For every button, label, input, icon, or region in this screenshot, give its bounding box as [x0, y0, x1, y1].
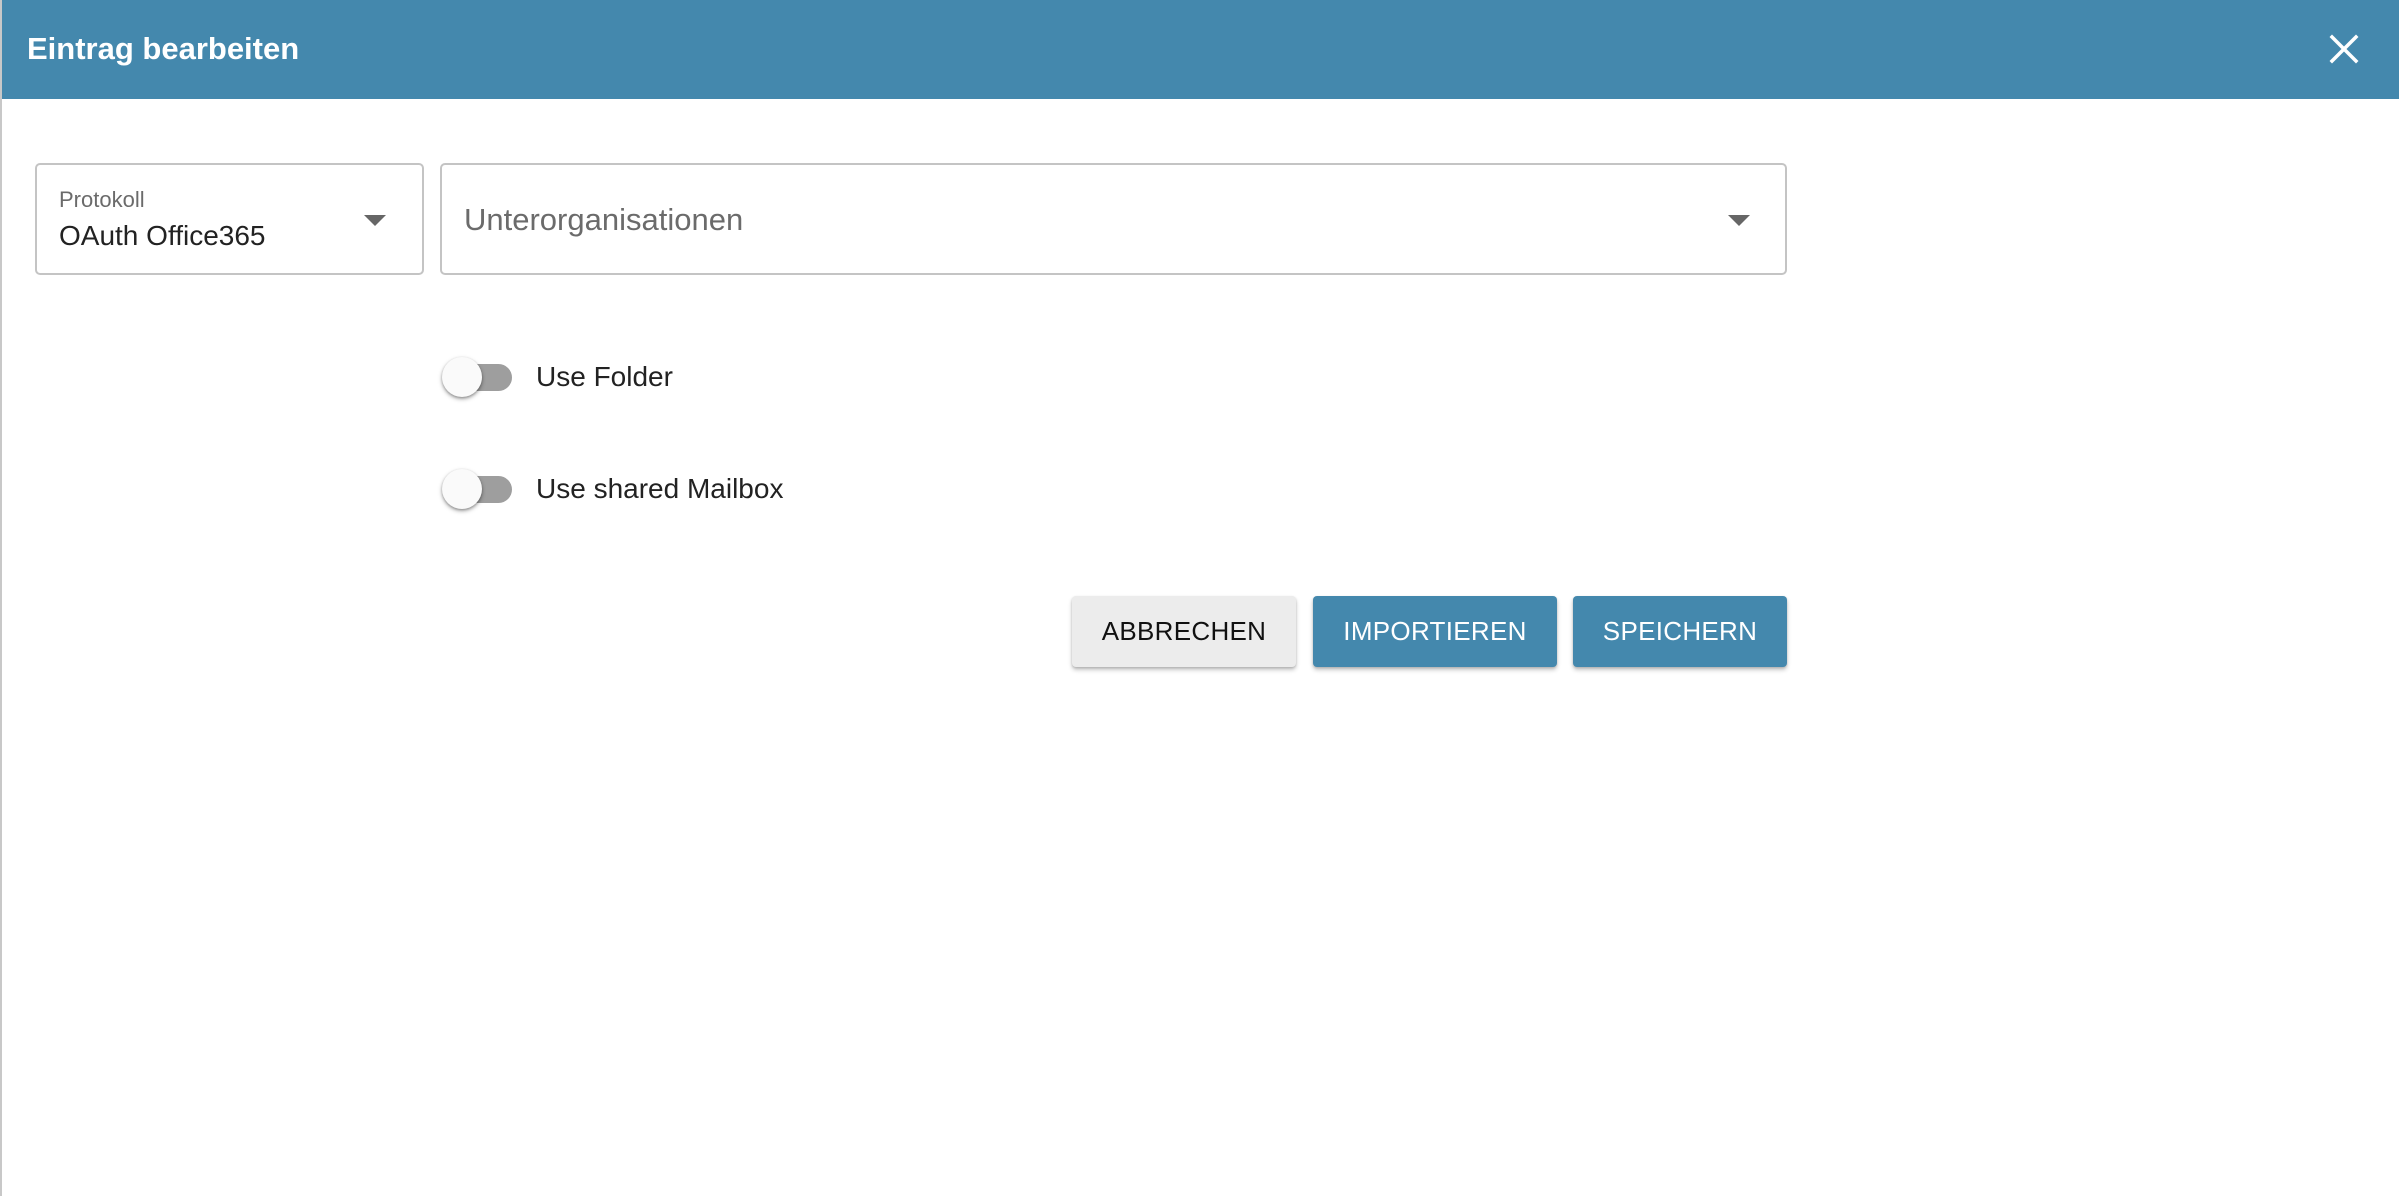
dialog-title: Eintrag bearbeiten: [27, 31, 300, 66]
edit-entry-dialog: Eintrag bearbeiten Protokoll OAuth Offic…: [0, 0, 2399, 1196]
protokoll-value: OAuth Office365: [59, 220, 266, 251]
save-button[interactable]: SPEICHERN: [1573, 596, 1787, 667]
close-button[interactable]: [2324, 26, 2364, 72]
use-folder-toggle-row: Use Folder: [442, 355, 673, 399]
use-folder-label[interactable]: Use Folder: [536, 360, 673, 394]
use-folder-switch-thumb[interactable]: [442, 357, 482, 397]
unterorganisationen-select[interactable]: Unterorganisationen: [440, 163, 1787, 275]
close-icon: [2329, 34, 2359, 64]
cancel-button[interactable]: ABBRECHEN: [1072, 596, 1296, 667]
protokoll-label: Protokoll: [59, 187, 145, 212]
use-shared-mailbox-switch[interactable]: [442, 467, 514, 511]
use-folder-switch[interactable]: [442, 355, 514, 399]
chevron-down-icon: [1728, 215, 1750, 226]
dialog-header: Eintrag bearbeiten: [2, 0, 2399, 99]
unterorganisationen-placeholder: Unterorganisationen: [464, 202, 744, 237]
use-shared-mailbox-switch-thumb[interactable]: [442, 469, 482, 509]
chevron-down-icon: [364, 215, 386, 226]
use-shared-mailbox-label[interactable]: Use shared Mailbox: [536, 472, 783, 506]
import-button[interactable]: IMPORTIEREN: [1313, 596, 1557, 667]
use-shared-mailbox-toggle-row: Use shared Mailbox: [442, 467, 783, 511]
protokoll-select[interactable]: Protokoll OAuth Office365: [35, 163, 424, 275]
